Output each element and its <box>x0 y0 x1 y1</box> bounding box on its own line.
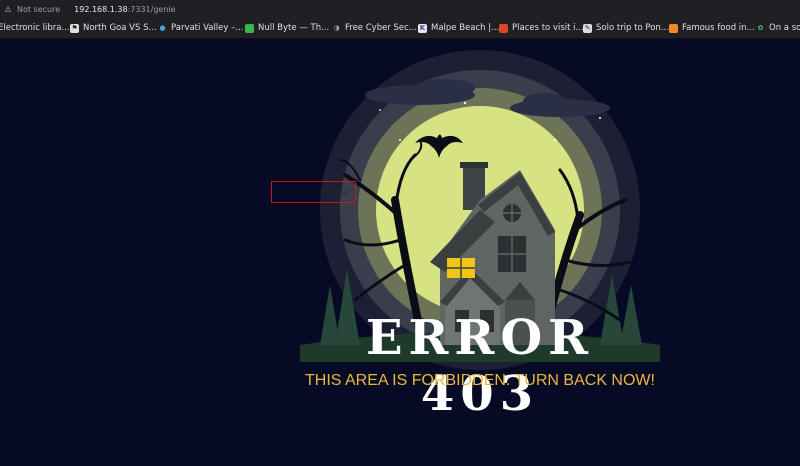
bookmark-label: On a sol <box>769 23 800 33</box>
bookmark-electronic-library[interactable]: Electronic libra... <box>0 18 70 38</box>
map-pin-icon: ● <box>159 23 166 32</box>
bookmark-label: Free Cyber Sec... <box>345 23 417 33</box>
travel-icon <box>499 23 508 33</box>
bookmark-icon: ⚑ <box>70 23 79 33</box>
bookmark-label: Parvati Valley –... <box>171 23 244 33</box>
hidden-link-text[interactable]: Find Flag! <box>320 189 349 196</box>
food-icon <box>669 23 678 33</box>
bookmark-label: Malpe Beach |... <box>431 23 500 33</box>
error-title: ERROR 403 <box>365 310 595 422</box>
bookmark-label: North Goa VS S... <box>83 23 157 33</box>
bookmark-label: Famous food in... <box>682 23 755 33</box>
security-label[interactable]: Not secure <box>17 5 60 14</box>
shield-icon: ◑ <box>333 23 340 32</box>
address-bar[interactable]: ⚠ Not secure 192.168.1.38:7331/genie <box>0 0 800 18</box>
url-path[interactable]: :7331/genie <box>128 5 176 14</box>
error-subtitle: THIS AREA IS FORBIDDEN. TURN BACK NOW! <box>305 372 655 389</box>
url-host[interactable]: 192.168.1.38 <box>74 5 127 14</box>
bookmark-free-cyber-sec[interactable]: ◑ Free Cyber Sec... <box>332 18 417 38</box>
null-byte-icon <box>245 23 254 33</box>
bookmark-null-byte[interactable]: Null Byte — Th... <box>245 18 329 38</box>
bookmark-parvati-valley[interactable]: ● Parvati Valley –... <box>158 18 244 38</box>
leaf-icon: ✿ <box>757 23 764 32</box>
bookmark-places-to-visit[interactable]: Places to visit i... <box>499 18 584 38</box>
k-logo-icon: K <box>418 23 427 33</box>
pen-icon: ✎ <box>583 23 592 33</box>
bookmark-label: Electronic libra... <box>0 23 70 33</box>
hidden-flag-link[interactable]: Find Flag! <box>271 181 356 203</box>
bookmark-on-a-sol[interactable]: ✿ On a sol <box>756 18 800 38</box>
warning-icon[interactable]: ⚠ <box>3 5 13 14</box>
bookmark-solo-trip[interactable]: ✎ Solo trip to Pon... <box>583 18 669 38</box>
bookmark-malpe-beach[interactable]: K Malpe Beach |... <box>418 18 499 38</box>
bookmark-north-goa[interactable]: ⚑ North Goa VS S... <box>70 18 157 38</box>
bookmark-famous-food[interactable]: Famous food in... <box>669 18 755 38</box>
bookmark-label: Places to visit i... <box>512 23 584 33</box>
bookmarks-bar: Electronic libra... ⚑ North Goa VS S... ●… <box>0 18 800 39</box>
bookmark-label: Solo trip to Pon... <box>596 23 669 33</box>
bookmark-label: Null Byte — Th... <box>258 23 330 33</box>
